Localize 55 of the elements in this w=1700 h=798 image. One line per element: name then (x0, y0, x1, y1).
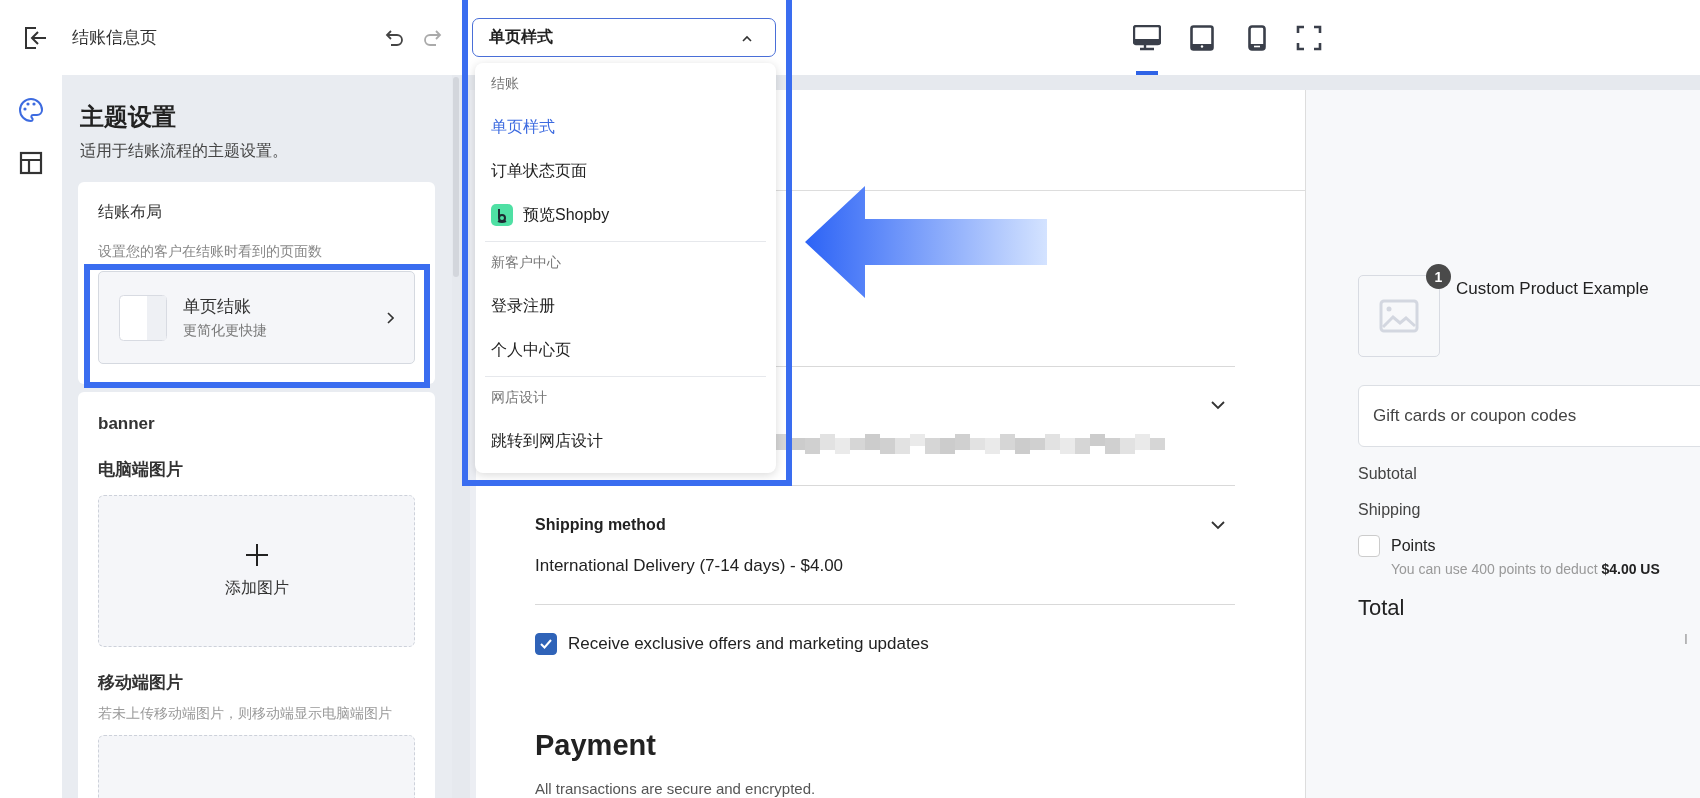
tax-note: I (1684, 631, 1688, 647)
layout-thumbnail-icon (119, 294, 167, 341)
exit-icon[interactable] (22, 25, 48, 50)
phone-icon (1248, 24, 1266, 51)
chevron-down-icon[interactable] (1211, 520, 1225, 530)
field-label: 移动端图片 (98, 672, 184, 694)
shipping-value: International Delivery (7-14 days) - $4.00 (535, 556, 845, 576)
palette-icon[interactable] (18, 97, 44, 123)
section-title: Shipping method (535, 516, 666, 534)
plus-icon (245, 543, 268, 566)
menu-item[interactable]: 跳转到网店设计 (485, 419, 766, 463)
checkbox[interactable] (535, 633, 557, 655)
points-hint: You can use 400 points to deduct $4.00 US (1391, 561, 1660, 577)
panel-subtitle: 适用于结账流程的主题设置。 (80, 141, 289, 161)
caret-icon (741, 33, 753, 42)
quantity-badge: 1 (1426, 264, 1451, 289)
menu-item[interactable]: 预览Shopby (485, 193, 766, 237)
check-icon (539, 638, 553, 650)
field-hint: 若未上传移动端图片，则移动端显示电脑端图片 (98, 704, 393, 723)
option-title: 单页结账 (183, 296, 252, 318)
undo-icon[interactable] (385, 28, 405, 47)
menu-group-label: 新客户中心 (490, 253, 562, 272)
menu-item[interactable]: 登录注册 (485, 284, 766, 328)
page-select[interactable]: 单页样式 (472, 18, 776, 57)
menu-group-label: 网店设计 (490, 388, 548, 407)
panel-title: 主题设置 (80, 102, 177, 132)
coupon-field[interactable]: Gift cards or coupon codes (1358, 385, 1700, 447)
chevron-right-icon (386, 311, 394, 324)
summary-label: Subtotal (1358, 465, 1418, 483)
section-heading: Payment (535, 729, 657, 762)
page-title: 结账信息页 (72, 27, 157, 49)
checkbox-label: Points (1391, 537, 1436, 555)
section-subtitle: All transactions are secure and encrypted. (535, 780, 817, 797)
chevron-down-icon[interactable] (1211, 401, 1225, 410)
tablet-icon (1190, 24, 1214, 51)
option-subtitle: 更简化更快捷 (183, 322, 268, 340)
fullscreen-icon[interactable] (1296, 24, 1322, 51)
field-label: 电脑端图片 (98, 459, 184, 481)
layout-option[interactable]: 单页结账 更简化更快捷 (98, 271, 415, 364)
menu-item[interactable]: 订单状态页面 (485, 149, 766, 193)
menu-item[interactable]: 单页样式 (485, 105, 766, 149)
checkbox-label: Receive exclusive offers and marketing updates (568, 634, 929, 654)
layout-icon[interactable] (19, 151, 43, 175)
image-upload-area[interactable]: 添加图片 (98, 495, 415, 647)
brand-logo-icon (491, 204, 513, 226)
image-placeholder-icon (1379, 299, 1419, 333)
card-title: banner (98, 414, 156, 434)
card-title: 结账布局 (98, 202, 163, 222)
card-description: 设置您的客户在结账时看到的页面数 (98, 243, 323, 261)
summary-label: Shipping (1358, 501, 1422, 519)
monitor-icon (1133, 24, 1161, 51)
menu-group-label: 结账 (490, 74, 520, 93)
total-label: Total (1358, 595, 1406, 621)
menu-item[interactable]: 个人中心页 (485, 328, 766, 372)
product-name: Custom Product Example (1456, 279, 1649, 299)
